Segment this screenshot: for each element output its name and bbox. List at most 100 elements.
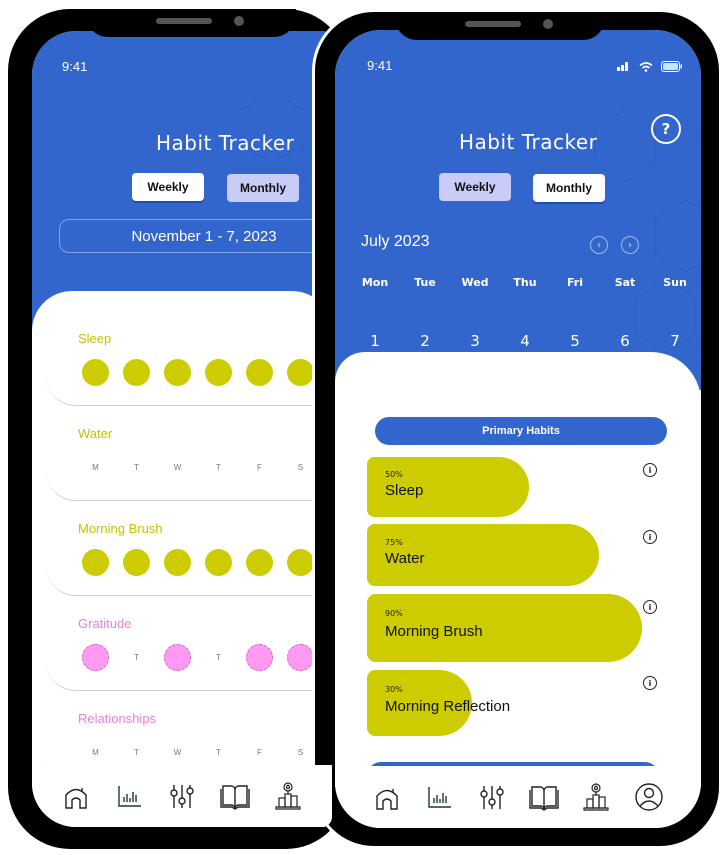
book-tab[interactable] [529, 782, 559, 812]
prev-month-button[interactable]: ‹ [590, 236, 608, 254]
habit-card[interactable]: Sleep [46, 317, 332, 406]
day-completed-dot[interactable] [246, 549, 273, 576]
weekday-label: Wed [461, 276, 489, 289]
habits-sheet: Sleep Water M T W T F S Morning Brush Gratitude T T… [32, 291, 332, 827]
book-icon [220, 785, 250, 810]
day-label[interactable]: M [82, 454, 109, 481]
monthly-tab[interactable]: Monthly [533, 174, 605, 202]
trophy-podium-tab[interactable] [273, 781, 303, 811]
habit-card[interactable]: Gratitude T T [46, 602, 332, 691]
right-screen: 9:41 ? Habit Tracker Weekly Monthly July… [335, 30, 701, 828]
day-label[interactable]: W [164, 739, 191, 766]
bottom-tab-bar [32, 765, 332, 827]
sliders-tab[interactable] [477, 782, 507, 812]
day-completed-dot[interactable] [82, 359, 109, 386]
weekday-label: Sat [614, 276, 636, 289]
day-label[interactable]: F [246, 454, 273, 481]
habit-day-row [82, 359, 314, 386]
calendar-day[interactable]: 4 [505, 332, 545, 350]
habit-name: Water [385, 550, 425, 568]
profile-tab[interactable] [634, 782, 664, 812]
home-tab[interactable] [372, 782, 402, 812]
day-label[interactable]: T [205, 454, 232, 481]
sliders-tab[interactable] [167, 781, 197, 811]
status-icons [617, 61, 683, 72]
day-completed-dot[interactable] [246, 359, 273, 386]
day-label[interactable]: S [287, 739, 314, 766]
info-icon[interactable]: i [643, 676, 657, 690]
day-label[interactable]: T [205, 739, 232, 766]
home-tab[interactable] [61, 781, 91, 811]
progress-percent: 30% [385, 684, 403, 694]
calendar-day[interactable]: 2 [405, 332, 445, 350]
day-completed-dot[interactable] [164, 359, 191, 386]
day-completed-dot[interactable] [164, 549, 191, 576]
month-label: July 2023 [361, 233, 430, 250]
right-phone-frame: 9:41 ? Habit Tracker Weekly Monthly July… [312, 9, 722, 849]
signal-icon [617, 62, 628, 71]
camera [234, 16, 244, 26]
info-icon[interactable]: i [643, 463, 657, 477]
weekly-tab[interactable]: Weekly [132, 173, 204, 201]
day-completed-dot[interactable] [287, 359, 314, 386]
day-completed-dot[interactable] [287, 644, 314, 671]
day-completed-dot[interactable] [123, 359, 150, 386]
bar-chart-tab[interactable] [114, 781, 144, 811]
help-button[interactable]: ? [651, 114, 681, 144]
trophy-podium-icon [274, 782, 301, 810]
day-completed-dot[interactable] [246, 644, 273, 671]
calendar-day[interactable]: 6 [605, 332, 645, 350]
habit-name: Gratitude [78, 616, 132, 631]
day-completed-dot[interactable] [123, 549, 150, 576]
day-numbers: 1234567 [355, 332, 695, 350]
monthly-tab[interactable]: Monthly [227, 174, 299, 202]
habit-progress-row[interactable]: 30% Morning Reflection i [367, 670, 667, 736]
day-label[interactable]: T [205, 644, 232, 671]
next-month-button[interactable]: › [621, 236, 639, 254]
day-completed-dot[interactable] [205, 359, 232, 386]
day-completed-dot[interactable] [287, 549, 314, 576]
day-completed-dot[interactable] [164, 644, 191, 671]
day-completed-dot[interactable] [205, 549, 232, 576]
habit-name: Sleep [78, 331, 112, 346]
page-title: Habit Tracker [459, 130, 598, 154]
primary-habits-button[interactable]: Primary Habits [375, 417, 667, 445]
header: 9:41 Habit Tracker Weekly Monthly Novemb… [32, 31, 332, 331]
progress-percent: 90% [385, 608, 403, 618]
day-label[interactable]: T [123, 644, 150, 671]
day-label[interactable]: T [123, 739, 150, 766]
habit-name: Morning Brush [78, 521, 163, 536]
habit-card[interactable]: Water M T W T F S [46, 412, 332, 501]
notch [395, 12, 605, 40]
home-icon [65, 788, 88, 809]
habit-card[interactable]: Morning Brush [46, 507, 332, 596]
book-tab[interactable] [220, 781, 250, 811]
bar-chart-tab[interactable] [424, 782, 454, 812]
calendar-day[interactable]: 1 [355, 332, 395, 350]
day-completed-dot[interactable] [82, 644, 109, 671]
habit-progress-row[interactable]: 90% Morning Brush i [367, 594, 667, 662]
date-range-selector[interactable]: November 1 - 7, 2023 [59, 219, 332, 253]
day-label[interactable]: T [123, 454, 150, 481]
day-label[interactable]: W [164, 454, 191, 481]
habit-progress-row[interactable]: 50% Sleep i [367, 457, 667, 517]
info-icon[interactable]: i [643, 600, 657, 614]
status-time: 9:41 [62, 59, 88, 74]
camera [543, 19, 553, 29]
day-label[interactable]: M [82, 739, 109, 766]
day-completed-dot[interactable] [82, 549, 109, 576]
progress-percent: 75% [385, 537, 403, 547]
weekly-tab[interactable]: Weekly [439, 173, 511, 201]
weekday-label: Fri [566, 276, 583, 289]
trophy-podium-tab[interactable] [581, 782, 611, 812]
info-icon[interactable]: i [643, 530, 657, 544]
calendar-day[interactable]: 3 [455, 332, 495, 350]
habit-name: Sleep [385, 482, 424, 500]
habit-name: Relationships [78, 711, 157, 726]
profile-icon [635, 783, 663, 811]
habit-progress-row[interactable]: 75% Water i [367, 524, 667, 586]
day-label[interactable]: F [246, 739, 273, 766]
calendar-day[interactable]: 5 [555, 332, 595, 350]
calendar-day[interactable]: 7 [655, 332, 695, 350]
day-label[interactable]: S [287, 454, 314, 481]
